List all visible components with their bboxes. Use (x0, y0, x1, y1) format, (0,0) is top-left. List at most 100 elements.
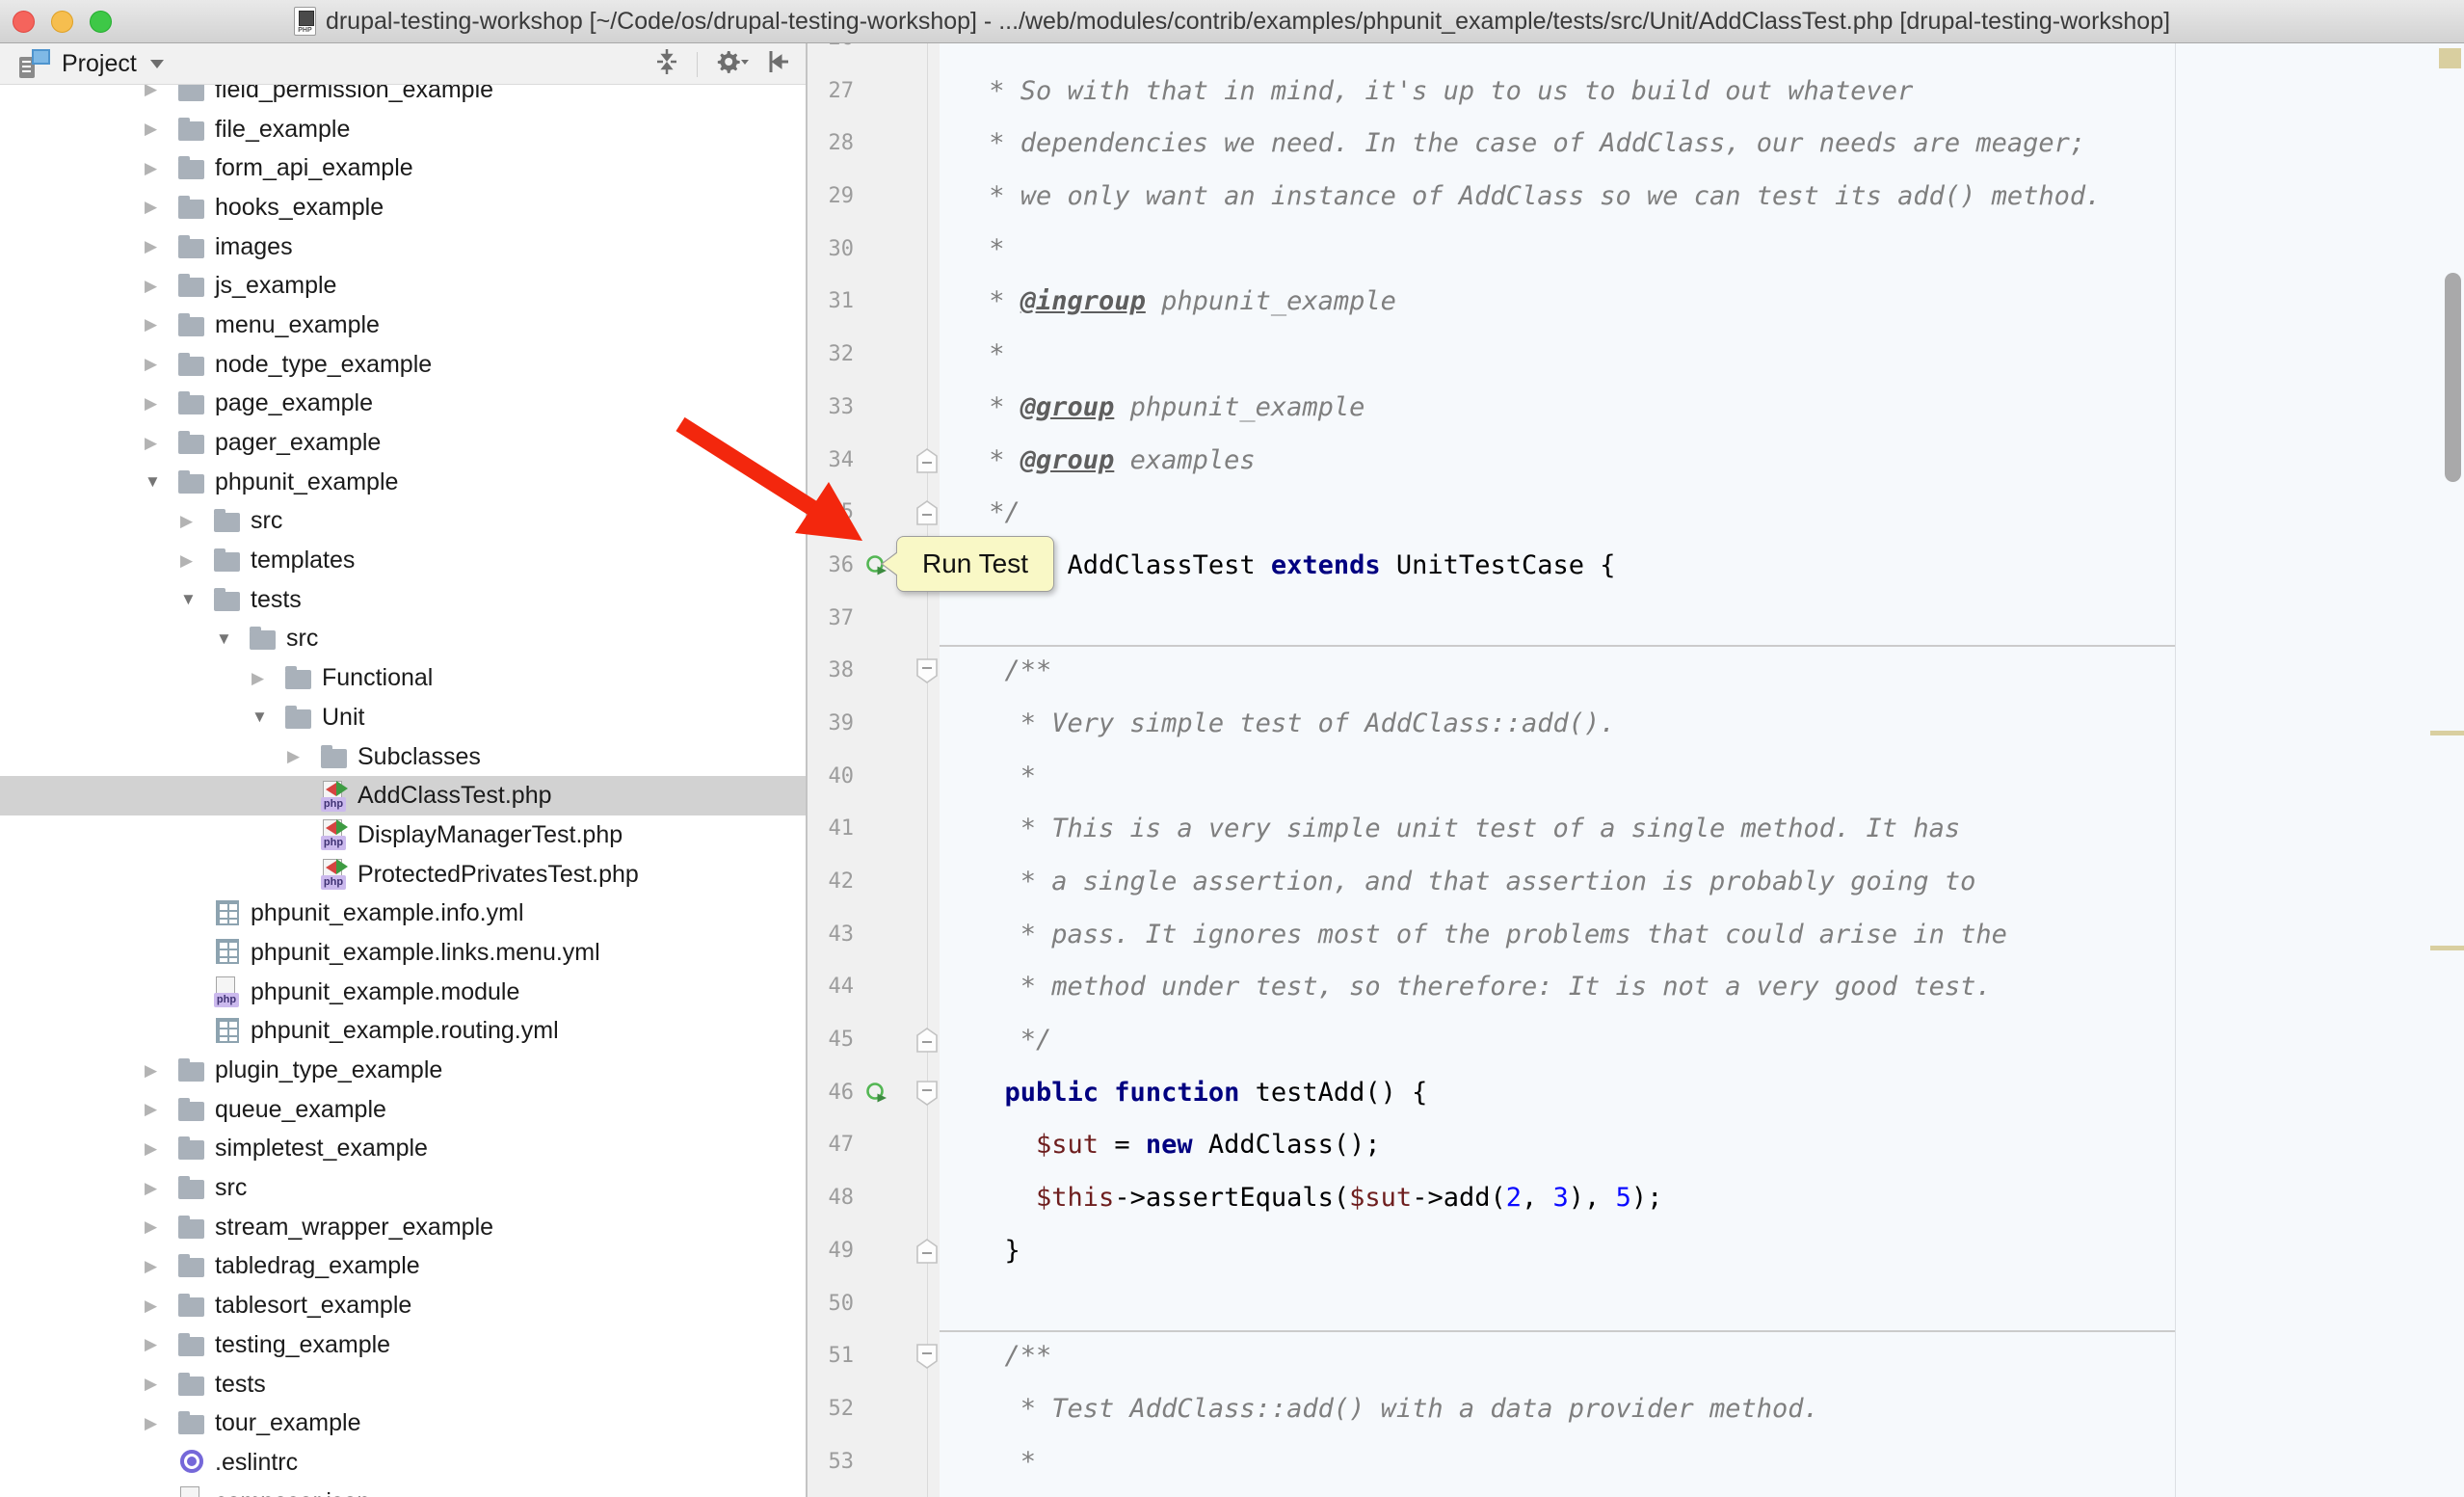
code-line-48[interactable]: 48 $this->assertEquals($sut->add(2, 3), … (808, 1172, 2464, 1225)
fold-marker-icon[interactable] (916, 1344, 938, 1374)
code-line-32[interactable]: 32 * (808, 329, 2464, 382)
expand-arrow-icon[interactable]: ▶ (145, 434, 157, 453)
tree-item-src[interactable]: ▶src (0, 1168, 806, 1208)
collapse-arrow-icon[interactable]: ▼ (180, 590, 197, 609)
code-line-34[interactable]: 34 * @group examples (808, 435, 2464, 488)
tree-item-stream-wrapper-example[interactable]: ▶stream_wrapper_example (0, 1208, 806, 1247)
expand-arrow-icon[interactable]: ▶ (145, 315, 157, 334)
tree-item-phpunit-example-links-menu-yml[interactable]: phpunit_example.links.menu.yml (0, 933, 806, 973)
tree-item-protectedprivatestest-php[interactable]: phpProtectedPrivatesTest.php (0, 855, 806, 895)
code-line-52[interactable]: 52 * Test AddClass::add() with a data pr… (808, 1383, 2464, 1436)
code-line-28[interactable]: 28 * dependencies we need. In the case o… (808, 118, 2464, 171)
expand-arrow-icon[interactable]: ▶ (145, 1100, 157, 1119)
fold-marker-icon[interactable] (916, 1028, 938, 1057)
tree-item-queue-example[interactable]: ▶queue_example (0, 1090, 806, 1130)
code-line-36[interactable]: 36class AddClassTest extends UnitTestCas… (808, 540, 2464, 593)
expand-arrow-icon[interactable]: ▶ (287, 747, 300, 766)
tree-item-menu-example[interactable]: ▶menu_example (0, 306, 806, 345)
tree-item-field-permission-example[interactable]: ▶field_permission_example (0, 85, 806, 110)
code-line-29[interactable]: 29 * we only want an instance of AddClas… (808, 171, 2464, 224)
expand-arrow-icon[interactable]: ▶ (145, 277, 157, 296)
expand-arrow-icon[interactable]: ▶ (145, 120, 157, 139)
code-line-40[interactable]: 40 * (808, 751, 2464, 804)
zoom-button[interactable] (90, 11, 112, 33)
close-button[interactable] (13, 11, 35, 33)
expand-arrow-icon[interactable]: ▶ (145, 237, 157, 256)
tree-item-images[interactable]: ▶images (0, 227, 806, 267)
expand-arrow-icon[interactable]: ▶ (145, 85, 157, 99)
expand-arrow-icon[interactable]: ▶ (145, 198, 157, 217)
settings-gear-icon[interactable] (713, 47, 750, 81)
fold-marker-icon[interactable] (916, 1081, 938, 1110)
scroll-from-source-icon[interactable] (652, 47, 681, 81)
code-line-45[interactable]: 45 */ (808, 1014, 2464, 1067)
code-line-54[interactable]: 54 * This method is very similar to test… (808, 1488, 2464, 1497)
code-line-31[interactable]: 31 * @ingroup phpunit_example (808, 276, 2464, 329)
fold-marker-icon[interactable] (916, 658, 938, 688)
tree-item-functional[interactable]: ▶Functional (0, 658, 806, 698)
expand-arrow-icon[interactable]: ▶ (145, 394, 157, 414)
collapse-arrow-icon[interactable]: ▼ (252, 708, 268, 727)
stripe-marker-mid[interactable] (2430, 731, 2464, 735)
code-line-37[interactable]: 37 (808, 593, 2464, 646)
tree-item-file-example[interactable]: ▶file_example (0, 110, 806, 149)
code-line-41[interactable]: 41 * This is a very simple unit test of … (808, 803, 2464, 856)
code-line-27[interactable]: 27 * So with that in mind, it's up to us… (808, 66, 2464, 119)
fold-marker-icon[interactable] (916, 1239, 938, 1269)
tree-item-page-example[interactable]: ▶page_example (0, 385, 806, 424)
expand-arrow-icon[interactable]: ▶ (145, 1297, 157, 1316)
tree-item-node-type-example[interactable]: ▶node_type_example (0, 345, 806, 385)
expand-arrow-icon[interactable]: ▶ (145, 159, 157, 178)
expand-arrow-icon[interactable]: ▶ (145, 355, 157, 374)
tree-item-hooks-example[interactable]: ▶hooks_example (0, 188, 806, 227)
code-line-30[interactable]: 30 * (808, 224, 2464, 277)
stripe-marker-low[interactable] (2430, 946, 2464, 950)
code-line-51[interactable]: 51 /** (808, 1330, 2464, 1383)
tree-item-js-example[interactable]: ▶js_example (0, 266, 806, 306)
run-test-gutter-icon[interactable] (865, 1082, 888, 1109)
stripe-marker-top[interactable] (2439, 48, 2461, 68)
code-line-35[interactable]: 35 */ (808, 487, 2464, 540)
code-line-53[interactable]: 53 * (808, 1436, 2464, 1489)
expand-arrow-icon[interactable]: ▶ (145, 1335, 157, 1354)
tree-item-addclasstest-php[interactable]: phpAddClassTest.php (0, 776, 806, 815)
tree-item-phpunit-example-info-yml[interactable]: phpunit_example.info.yml (0, 894, 806, 933)
expand-arrow-icon[interactable]: ▶ (180, 512, 193, 531)
tree-item-plugin-type-example[interactable]: ▶plugin_type_example (0, 1051, 806, 1090)
expand-arrow-icon[interactable]: ▶ (145, 1257, 157, 1276)
code-line-50[interactable]: 50 (808, 1278, 2464, 1331)
code-line-33[interactable]: 33 * @group phpunit_example (808, 382, 2464, 435)
tree-item-tests[interactable]: ▶tests (0, 1365, 806, 1404)
tree-item-displaymanagertest-php[interactable]: phpDisplayManagerTest.php (0, 815, 806, 855)
expand-arrow-icon[interactable]: ▶ (180, 551, 193, 571)
expand-arrow-icon[interactable]: ▶ (145, 1375, 157, 1394)
tree-item-phpunit-example[interactable]: ▼phpunit_example (0, 463, 806, 502)
expand-arrow-icon[interactable]: ▶ (145, 1061, 157, 1081)
tree-item-src[interactable]: ▶src (0, 502, 806, 542)
code-line-42[interactable]: 42 * a single assertion, and that assert… (808, 856, 2464, 909)
expand-arrow-icon[interactable]: ▶ (145, 1179, 157, 1198)
fold-marker-icon[interactable] (916, 448, 938, 478)
tree-item-templates[interactable]: ▶templates (0, 541, 806, 580)
tree-item-form-api-example[interactable]: ▶form_api_example (0, 148, 806, 188)
tree-item-pager-example[interactable]: ▶pager_example (0, 423, 806, 463)
fold-marker-icon[interactable] (916, 500, 938, 530)
tree-item-tablesort-example[interactable]: ▶tablesort_example (0, 1286, 806, 1325)
tree-item--eslintrc[interactable]: .eslintrc (0, 1443, 806, 1483)
expand-arrow-icon[interactable]: ▶ (145, 1139, 157, 1159)
tree-item-phpunit-example-module[interactable]: phpphpunit_example.module (0, 973, 806, 1012)
tree-item-subclasses[interactable]: ▶Subclasses (0, 737, 806, 777)
tree-item-unit[interactable]: ▼Unit (0, 698, 806, 737)
chevron-down-icon[interactable] (150, 60, 164, 68)
editor-scrollbar-thumb[interactable] (2445, 273, 2461, 482)
collapse-arrow-icon[interactable]: ▼ (145, 472, 161, 492)
code-line-46[interactable]: 46 public function testAdd() { (808, 1067, 2464, 1120)
tree-item-src[interactable]: ▼src (0, 620, 806, 659)
expand-arrow-icon[interactable]: ▶ (145, 1414, 157, 1433)
tree-item-tour-example[interactable]: ▶tour_example (0, 1403, 806, 1443)
code-line-47[interactable]: 47 $sut = new AddClass(); (808, 1119, 2464, 1172)
code-line-39[interactable]: 39 * Very simple test of AddClass::add()… (808, 698, 2464, 751)
run-test-tooltip[interactable]: Run Test (896, 536, 1054, 592)
tree-item-simpletest-example[interactable]: ▶simpletest_example (0, 1130, 806, 1169)
tree-item-phpunit-example-routing-yml[interactable]: phpunit_example.routing.yml (0, 1012, 806, 1052)
